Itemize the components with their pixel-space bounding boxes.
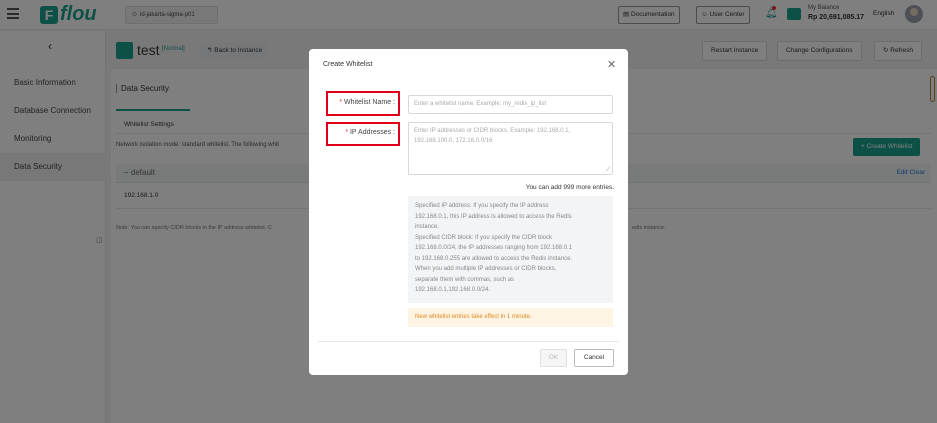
help-line: instance. xyxy=(415,224,440,230)
cancel-button[interactable]: Cancel xyxy=(574,349,614,367)
whitelist-name-label: * Whitelist Name : xyxy=(329,99,395,106)
help-line: Specified CIDR block: If you specify the… xyxy=(415,234,553,241)
help-text-box: Specified IP address: If you specify the… xyxy=(408,196,613,303)
ip-addresses-label-text: IP Addresses : xyxy=(349,129,395,136)
ip-addresses-textarea[interactable]: Enter IP addresses or CIDR blocks. Examp… xyxy=(408,122,613,175)
whitelist-name-label-text: Whitelist Name : xyxy=(344,99,395,106)
help-line: to 192.168.0.255 are allowed to access t… xyxy=(415,255,573,262)
create-whitelist-dialog: Create Whitelist ✕ * Whitelist Name : En… xyxy=(309,49,628,375)
resize-handle-icon[interactable]: ⟋ xyxy=(606,167,610,174)
warning-notice: New whitelist entries take effect in 1 m… xyxy=(408,308,613,327)
entries-remaining: You can add 999 more entries. xyxy=(525,184,614,191)
help-line: 192.168.0.1,192.168.0.0/24. xyxy=(415,287,491,293)
help-line: separate them with commas, such as xyxy=(415,276,515,283)
help-line: 192.168.0.1, this IP address is allowed … xyxy=(415,213,572,220)
help-line: 192.168.0.0/24, the IP addresses ranging… xyxy=(415,245,573,251)
help-line: When you add multiple IP addresses or CI… xyxy=(415,266,557,272)
ok-button[interactable]: OK xyxy=(540,349,567,367)
close-icon[interactable]: ✕ xyxy=(607,58,616,71)
dialog-title: Create Whitelist xyxy=(323,61,373,68)
whitelist-name-input[interactable]: Enter a whitelist name. Example: my_redi… xyxy=(408,95,613,114)
divider xyxy=(318,341,619,342)
ip-addresses-label: * IP Addresses : xyxy=(329,129,395,136)
help-line: Specified IP address: If you specify the… xyxy=(415,203,549,209)
